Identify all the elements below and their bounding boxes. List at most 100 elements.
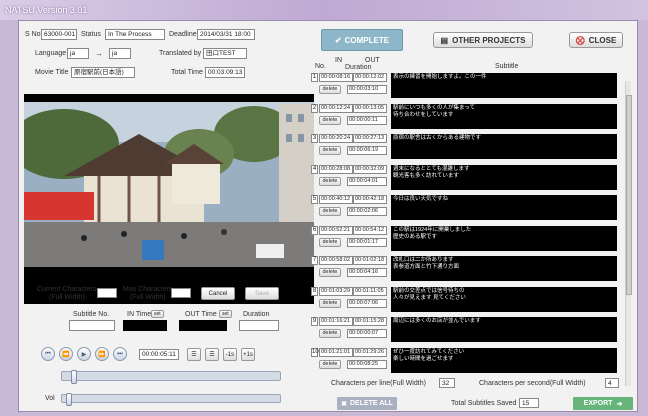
delete-all-button[interactable]: ✖ DELETE ALL [337,397,397,410]
row-in-time-field[interactable]: 00:01:03:29 [319,286,353,296]
row-delete-button[interactable]: delete [319,146,341,155]
table-row[interactable]: 4 00:00:28:08 00:00:32:09 delete 00:00:04:01… [311,164,625,191]
row-out-time-field[interactable]: 00:01:29:26 [353,347,387,357]
in-time-set-button[interactable]: set [151,310,164,318]
row-delete-button[interactable]: delete [319,359,341,369]
sno-field[interactable]: 63000-001 [41,29,77,40]
row-subtitle-text[interactable]: ぜひ一度訪れてみてください 楽しい時間を過ごせます [391,347,617,373]
row-out-time-field[interactable]: 00:01:02:18 [353,256,387,265]
row-subtitle-text[interactable]: 今日は良い天気ですね [391,195,617,220]
row-delete-button[interactable]: delete [319,298,341,308]
skip-end-icon[interactable]: ⏭ [113,347,127,361]
movie-title-field[interactable]: 原宿駅前(日本語) [71,67,135,78]
video-player[interactable] [24,94,314,304]
cancel-button[interactable]: Cancel [201,287,235,300]
row-out-time-field[interactable]: 00:00:42:18 [353,195,387,204]
row-subtitle-text[interactable]: 駅前にいつも多くの人が集まって 待ち合わせをしています [391,103,617,129]
table-row[interactable]: 8 00:01:03:29 00:01:11:05 delete 00:00:07:06… [311,286,625,313]
chars-per-line-field[interactable]: 32 [439,378,455,388]
row-delete-button[interactable]: delete [319,176,341,186]
minus-one-second-button[interactable]: -1s [223,348,237,361]
row-subtitle-text[interactable]: 駅前の交差点では信号待ちの 人々が見えます 見てください [391,286,617,312]
list-scrollbar[interactable] [625,81,632,386]
plus-one-second-button[interactable]: +1s [241,348,255,361]
other-projects-button[interactable]: ▤ OTHER PROJECTS [433,32,533,48]
table-row[interactable]: 10 00:01:21:01 00:01:29:26 delete 00:00:08:2… [311,347,625,374]
total-time-label: Total Time [171,69,203,76]
language-from-field[interactable]: ja [67,48,89,59]
row-subtitle-text[interactable]: 原宿の駅舎は古くからある建物です [391,134,617,159]
out-time-set-button[interactable]: set [219,310,232,318]
export-button[interactable]: EXPORT ➜ [573,397,633,410]
in-time-field[interactable] [123,320,167,331]
play-icon[interactable]: ▶ [77,347,91,361]
row-out-time-field[interactable]: 00:01:15:28 [353,317,387,326]
seek-slider-handle[interactable] [70,370,77,384]
seek-slider[interactable] [61,370,281,384]
language-to-field[interactable]: ja [109,48,131,59]
row-out-time-field[interactable]: 00:00:13:05 [353,103,387,113]
row-duration-field: 00:00:02:06 [347,207,387,216]
row-out-time-field[interactable]: 00:01:11:05 [353,286,387,296]
subtitle-no-field[interactable] [69,320,115,331]
in-time-label: IN Time [127,311,152,318]
row-duration-field: 00:00:08:25 [347,359,387,369]
status-field[interactable]: In The Process [105,29,165,40]
row-in-time-field[interactable]: 00:00:58:02 [319,256,353,265]
table-row[interactable]: 2 00:00:12:24 00:00:13:05 delete 00:00:00:11… [311,103,625,130]
row-number: 5 [311,195,318,204]
row-duration-field: 00:00:06:19 [347,146,387,155]
row-in-time-field[interactable]: 00:01:21:01 [319,347,353,357]
row-in-time-field[interactable]: 00:00:40:12 [319,195,353,204]
row-in-time-field[interactable]: 00:00:28:08 [319,164,353,174]
row-subtitle-text[interactable]: 改札口は二か所あります 表参道方面と竹下通り方面 [391,256,617,281]
out-time-field[interactable] [179,320,227,331]
volume-slider-handle[interactable] [66,393,73,406]
row-in-time-field[interactable]: 00:01:16:21 [319,317,353,326]
table-row[interactable]: 7 00:00:58:02 00:01:02:18 delete 00:00:04:16… [311,256,625,282]
row-delete-button[interactable]: delete [319,85,341,94]
row-delete-button[interactable]: delete [319,329,341,338]
complete-button[interactable]: ✔ COMPLETE [321,29,403,51]
table-row[interactable]: 5 00:00:40:12 00:00:42:18 delete 00:00:02:06… [311,195,625,221]
app-title: NATSU Version 3.01 [5,5,88,15]
row-in-time-field[interactable]: 00:00:20:24 [319,134,353,143]
total-time-field[interactable]: 00:03:09:13 [205,67,245,78]
table-row[interactable]: 3 00:00:20:24 00:00:27:13 delete 00:00:06:19… [311,134,625,160]
close-button[interactable]: ⨂ CLOSE [569,32,623,48]
row-in-time-field[interactable]: 00:00:12:24 [319,103,353,113]
deadline-label: Deadline [169,31,197,38]
row-out-time-field[interactable]: 00:00:54:12 [353,225,387,235]
row-subtitle-text[interactable]: 表示の練習を開始しますよ。この一件 [391,73,617,98]
row-out-time-field[interactable]: 00:00:32:09 [353,164,387,174]
row-in-time-field[interactable]: 00:00:52:21 [319,225,353,235]
volume-slider[interactable] [61,393,281,406]
table-row[interactable]: 1 00:00:08:16 00:00:12:02 delete 00:00:03:10… [311,73,625,99]
mark-out-icon[interactable]: ☰ [205,348,219,361]
row-delete-button[interactable]: delete [319,268,341,277]
mark-in-icon[interactable]: ☰ [187,348,201,361]
row-out-time-field[interactable]: 00:00:12:02 [353,73,387,82]
duration-field[interactable] [239,320,279,331]
row-subtitle-text[interactable]: 週末になるととても混雑します 観光客も多く訪れています [391,164,617,190]
row-out-time-field[interactable]: 00:00:27:13 [353,134,387,143]
table-row[interactable]: 9 00:01:16:21 00:01:15:28 delete 00:00:00:07… [311,317,625,343]
rewind-icon[interactable]: ⏪ [59,347,73,361]
row-subtitle-text[interactable]: 周辺には多くのお店が並んでいます [391,317,617,342]
row-delete-button[interactable]: delete [319,207,341,216]
chars-per-second-field[interactable]: 4 [605,378,619,388]
row-delete-button[interactable]: delete [319,237,341,247]
save-button[interactable]: Save [245,287,279,300]
row-number: 10 [311,347,319,357]
fast-forward-icon[interactable]: ⏩ [95,347,109,361]
status-label: Status [81,31,101,38]
row-delete-button[interactable]: delete [319,115,341,125]
list-scrollbar-thumb[interactable] [626,95,632,295]
row-in-time-field[interactable]: 00:00:08:16 [319,73,353,82]
row-duration-field: 00:00:00:07 [347,329,387,338]
deadline-field[interactable]: 2014/03/31 18:00 [197,29,255,40]
row-subtitle-text[interactable]: この駅は1924年に開業しました 歴史のある駅です [391,225,617,251]
translated-by-field[interactable]: 田口TEST [203,48,247,59]
table-row[interactable]: 6 00:00:52:21 00:00:54:12 delete 00:00:01:17… [311,225,625,252]
skip-start-icon[interactable]: ⏮ [41,347,55,361]
